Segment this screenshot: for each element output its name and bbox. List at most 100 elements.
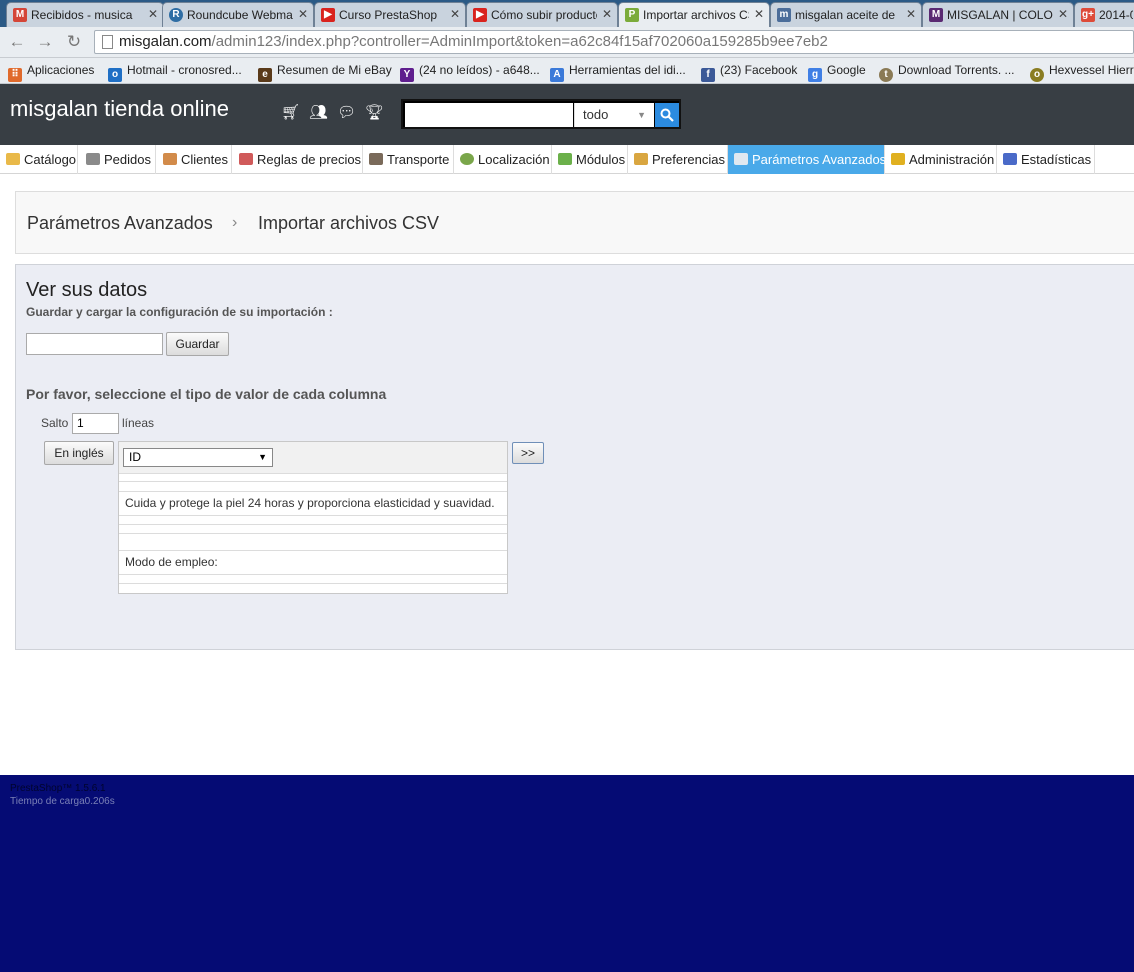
tab-title: 2014-0	[1099, 8, 1133, 22]
browser-tab[interactable]: ▶ Curso PrestaShop ✕	[314, 2, 466, 27]
address-bar[interactable]: misgalan.com/admin123/index.php?controll…	[94, 30, 1134, 54]
youtube-icon: ▶	[473, 8, 487, 22]
bookmark-hexvessel[interactable]: o Hexvessel Hierro	[1030, 63, 1134, 82]
search-input[interactable]	[405, 103, 573, 127]
bookmark-label: Herramientas del idi...	[569, 63, 686, 77]
menu-item-parametros-avanzados[interactable]: Parámetros Avanzados	[728, 145, 886, 174]
menu-item-reglas-de-precios[interactable]: Reglas de precios	[233, 145, 363, 174]
breadcrumb: Parámetros Avanzados › Importar archivos…	[15, 191, 1134, 254]
bookmark-label: (23) Facebook	[720, 63, 798, 77]
menu-item-clientes[interactable]: Clientes	[157, 145, 232, 174]
bookmark-apps[interactable]: ⠿ Aplicaciones	[8, 63, 94, 82]
facebook-icon: f	[701, 68, 715, 82]
lines-label: líneas	[122, 416, 155, 430]
outlook-icon: o	[108, 68, 122, 82]
yahoo-icon: Y	[400, 68, 414, 82]
menu-item-label: Pedidos	[104, 152, 151, 167]
menu-item-label: Clientes	[181, 152, 228, 167]
page-title: Ver sus datos	[26, 279, 148, 301]
english-button[interactable]: En inglés	[44, 441, 114, 465]
browser-tab-active[interactable]: P Importar archivos CSV ✕	[618, 2, 770, 27]
select-type-heading: Por favor, seleccione el tipo de valor d…	[26, 386, 387, 402]
table-row	[119, 575, 507, 584]
trophy-icon[interactable]: 🏆︎	[365, 104, 384, 122]
close-icon[interactable]: ✕	[298, 7, 308, 21]
menu-item-administracion[interactable]: Administración	[885, 145, 997, 174]
preferences-icon	[634, 153, 648, 165]
close-icon[interactable]: ✕	[450, 7, 460, 21]
table-row: Cuida y protege la piel 24 horas y propo…	[119, 492, 507, 516]
back-arrow-icon[interactable]: ←	[7, 32, 27, 52]
shop-name[interactable]: misgalan tienda online	[10, 96, 229, 122]
table-row	[119, 482, 507, 492]
import-preview-panel: Ver sus datos Guardar y cargar la config…	[15, 264, 1134, 650]
breadcrumb-current: Importar archivos CSV	[258, 213, 440, 233]
chevron-down-icon: ▼	[637, 110, 646, 120]
admin-search: todo ▼	[401, 99, 681, 129]
bookmark-facebook[interactable]: f (23) Facebook	[701, 63, 797, 82]
browser-tab[interactable]: m misgalan aceite de ✕	[770, 2, 922, 27]
browser-tab[interactable]: ▶ Cómo subir productos ✕	[466, 2, 618, 27]
menu-item-pedidos[interactable]: Pedidos	[80, 145, 156, 174]
close-icon[interactable]: ✕	[602, 7, 612, 21]
close-icon[interactable]: ✕	[754, 7, 764, 21]
messages-icon[interactable]: 💬︎	[337, 104, 356, 122]
menu-item-modulos[interactable]: Módulos	[552, 145, 628, 174]
menu-item-label: Localización	[478, 152, 550, 167]
translate-icon: A	[550, 68, 564, 82]
column-preview-table: ID ▼ Cuida y protege la piel 24 horas y …	[118, 441, 508, 594]
config-name-input[interactable]	[26, 333, 163, 355]
browser-tab[interactable]: M MISGALAN | COLONIAS ✕	[922, 2, 1074, 27]
bookmark-translate[interactable]: A Herramientas del idi...	[550, 63, 686, 82]
browser-tab[interactable]: g+ 2014-0	[1074, 2, 1134, 27]
customers-icon[interactable]: 👥︎	[309, 104, 328, 122]
prestashop-icon: P	[625, 8, 639, 22]
url-path: /admin123/index.php?controller=AdminImpo…	[211, 33, 828, 50]
reload-icon[interactable]: ↻	[64, 32, 84, 52]
price-rules-icon	[239, 153, 253, 165]
save-button[interactable]: Guardar	[166, 332, 229, 356]
admin-header: misgalan tienda online 🛒︎ 👥︎ 💬︎ 🏆︎ todo …	[0, 84, 1134, 145]
cart-icon[interactable]: 🛒︎	[281, 104, 300, 122]
menu-item-catalogo[interactable]: Catálogo	[0, 145, 78, 174]
bookmark-yahoo[interactable]: Y (24 no leídos) - a648...	[400, 63, 540, 82]
column-type-select[interactable]: ID ▼	[123, 448, 273, 467]
menu-item-preferencias[interactable]: Preferencias	[628, 145, 728, 174]
save-config-label: Guardar y cargar la configuración de su …	[26, 305, 333, 319]
footer-version: PrestaShop™ 1.5.6.1	[10, 783, 106, 794]
m-logo-icon: m	[777, 8, 791, 22]
browser-toolbar: ← → ↻ misgalan.com/admin123/index.php?co…	[0, 27, 1134, 58]
table-row	[119, 474, 507, 482]
tab-title: MISGALAN | COLONIAS	[947, 8, 1053, 22]
browser-tab[interactable]: M Recibidos - musica ✕	[6, 2, 164, 27]
menu-item-label: Estadísticas	[1021, 152, 1092, 167]
search-button[interactable]	[655, 103, 679, 127]
bookmark-label: Hotmail - cronosred...	[127, 63, 242, 77]
bookmark-torrents[interactable]: t Download Torrents. ...	[879, 63, 1015, 82]
globe-icon	[460, 153, 474, 165]
table-row: Modo de empleo:	[119, 551, 507, 575]
close-icon[interactable]: ✕	[1058, 7, 1068, 21]
bookmark-ebay[interactable]: e Resumen de Mi eBay	[258, 63, 392, 82]
menu-item-label: Transporte	[387, 152, 450, 167]
roundcube-icon: R	[169, 8, 183, 22]
close-icon[interactable]: ✕	[148, 7, 158, 21]
menu-item-label: Preferencias	[652, 152, 725, 167]
bookmark-google[interactable]: g Google	[808, 63, 866, 82]
browser-tab[interactable]: R Roundcube Webmail ✕	[162, 2, 314, 27]
column-type-value: ID	[129, 450, 141, 464]
bookmark-hotmail[interactable]: o Hotmail - cronosred...	[108, 63, 242, 82]
close-icon[interactable]: ✕	[906, 7, 916, 21]
bar-chart-icon	[1003, 153, 1017, 165]
footer-load-time: Tiempo de carga0.206s	[10, 796, 115, 807]
skip-lines-input[interactable]: 1	[72, 413, 119, 434]
forward-arrow-icon[interactable]: →	[35, 32, 55, 52]
search-scope-select[interactable]: todo ▼	[574, 103, 654, 127]
url-host: misgalan.com	[119, 33, 212, 50]
next-column-button[interactable]: >>	[512, 442, 544, 464]
menu-item-estadisticas[interactable]: Estadísticas	[997, 145, 1095, 174]
breadcrumb-parent[interactable]: Parámetros Avanzados	[27, 213, 213, 234]
menu-item-localizacion[interactable]: Localización	[454, 145, 552, 174]
admin-footer: PrestaShop™ 1.5.6.1 Tiempo de carga0.206…	[0, 775, 1134, 972]
menu-item-transporte[interactable]: Transporte	[363, 145, 454, 174]
